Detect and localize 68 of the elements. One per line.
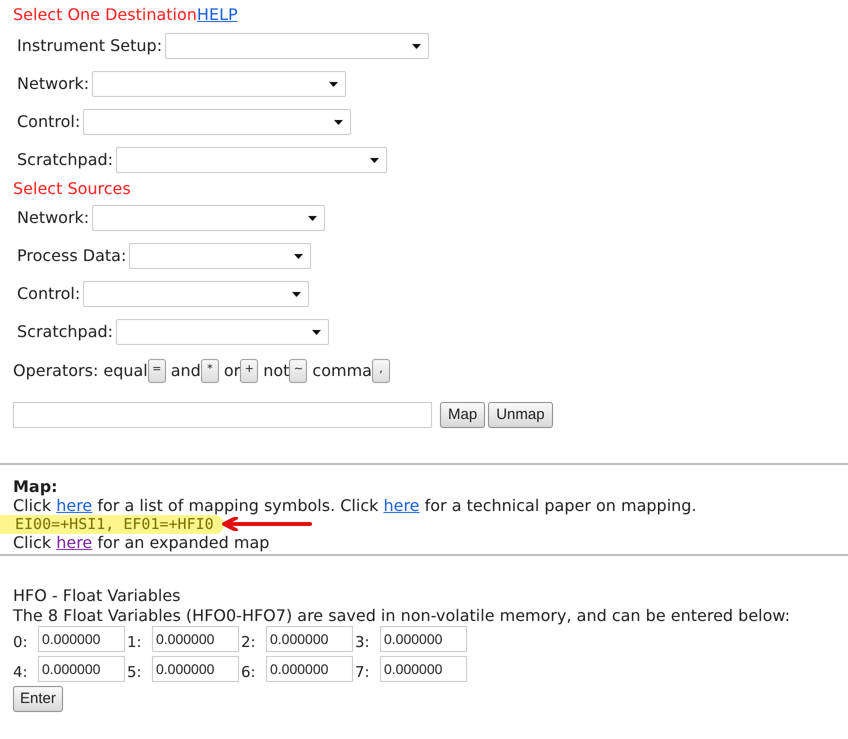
float-field[interactable]: 0.000000	[266, 626, 353, 652]
field-label: Network:	[17, 207, 90, 229]
dropdown-caret-icon	[292, 292, 302, 296]
expression-field[interactable]	[13, 402, 432, 428]
map-button[interactable]: Unmap	[488, 402, 553, 428]
here-link[interactable]: here	[383, 496, 420, 515]
help-link[interactable]: HELP	[196, 3, 238, 27]
field-label: 1:	[127, 632, 143, 652]
field-label: Scratchpad:	[17, 321, 114, 343]
dropdown-caret-icon	[370, 158, 380, 162]
float-field[interactable]: 0.000000	[266, 656, 353, 682]
dropdown-caret-icon	[308, 216, 318, 220]
operator-label: not	[263, 360, 290, 382]
field-label: Network:	[17, 73, 90, 95]
section-heading: Select Sources	[13, 178, 131, 200]
float-field[interactable]: 0.000000	[152, 626, 239, 652]
field-label: Process Data:	[17, 245, 126, 267]
dropdown[interactable]	[92, 71, 346, 97]
float-field[interactable]: 0.000000	[38, 626, 125, 652]
dropdown-caret-icon	[329, 82, 338, 86]
dropdown-caret-icon	[312, 330, 322, 334]
mapping-code: EI00=+HSI1, EF01=+HFI0	[0, 514, 224, 534]
field-label: 3:	[355, 632, 371, 652]
operator-button[interactable]: ~	[289, 359, 308, 383]
dropdown[interactable]	[83, 281, 310, 307]
field-label: 7:	[355, 662, 371, 682]
section-heading: Select One Destination	[13, 4, 197, 26]
field-label: 2:	[241, 632, 257, 652]
map-text: Click here for a list of mapping symbols. Click here for a technical paper on mapping.	[13, 496, 698, 515]
map-button[interactable]: Map	[440, 402, 486, 428]
section-title: HFO - Float Variables	[13, 586, 182, 606]
operator-button[interactable]: +	[240, 359, 258, 383]
field-label: 4:	[13, 662, 29, 682]
field-label: 5:	[127, 662, 143, 682]
description-text: The 8 Float Variables (HFO0-HFO7) are saved in non-volatile memory, and can be entered below:	[13, 606, 791, 626]
dropdown[interactable]	[83, 109, 352, 135]
enter-button[interactable]: Enter	[13, 686, 63, 712]
dropdown[interactable]	[116, 319, 330, 345]
operators-label: Operators:	[13, 360, 98, 382]
operator-label: and	[170, 360, 201, 382]
dropdown[interactable]	[165, 33, 430, 59]
float-field[interactable]: 0.000000	[380, 626, 467, 652]
dropdown-caret-icon	[412, 44, 422, 48]
operator-label: equal	[103, 360, 148, 382]
field-label: Control:	[17, 111, 80, 133]
operator-label: comma	[312, 360, 372, 382]
field-label: Scratchpad:	[17, 149, 114, 171]
field-label: 0:	[13, 632, 29, 652]
here-link[interactable]: here	[56, 533, 92, 552]
operator-button[interactable]: *	[200, 359, 219, 383]
float-field[interactable]: 0.000000	[152, 656, 239, 682]
operator-label: or	[224, 360, 240, 382]
dropdown[interactable]	[129, 243, 312, 269]
arrow-icon	[220, 517, 312, 531]
map-heading: Map:	[13, 477, 59, 496]
dropdown-caret-icon	[334, 120, 344, 124]
field-label: 6:	[241, 662, 257, 682]
field-label: Control:	[17, 283, 80, 305]
dropdown-caret-icon	[294, 254, 304, 258]
field-label: Instrument Setup:	[17, 35, 162, 57]
float-field[interactable]: 0.000000	[380, 656, 467, 682]
dropdown[interactable]	[92, 205, 326, 231]
operator-button[interactable]: =	[148, 359, 166, 383]
dropdown[interactable]	[116, 147, 388, 173]
operator-button[interactable]: ,	[372, 359, 390, 383]
here-link[interactable]: here	[56, 496, 92, 515]
float-field[interactable]: 0.000000	[38, 656, 125, 682]
map-text: Click here for an expanded map	[13, 533, 270, 552]
